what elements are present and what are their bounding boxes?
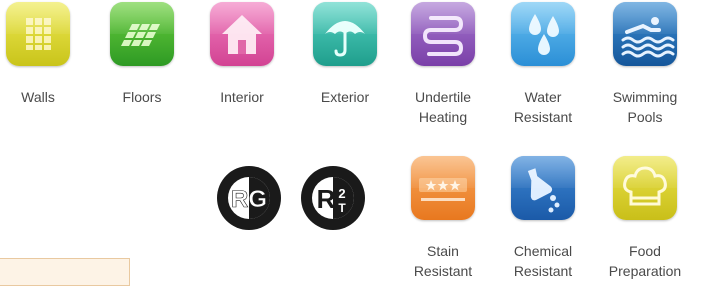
house-icon <box>222 15 262 54</box>
swimming-pools-tile <box>613 2 677 66</box>
r2t-certification-badge: R 2 T <box>300 165 366 231</box>
r2t-badge-top: 2 <box>338 186 345 201</box>
water-drops-icon <box>529 14 559 55</box>
floor-tiles-icon <box>121 24 160 46</box>
swimming-pools-label: Swimming Pools <box>612 89 678 125</box>
umbrella-icon <box>325 21 365 57</box>
chef-hat-icon <box>623 166 667 206</box>
water-resistant-label: Water Resistant <box>513 89 573 125</box>
stain-resistant-tile <box>411 156 475 220</box>
r2t-badge-main: R <box>317 184 336 214</box>
walls-label: Walls <box>21 89 55 105</box>
undertile-heating-tile <box>411 2 475 66</box>
exterior-tile <box>313 2 377 66</box>
water-resistant-tile <box>511 2 575 66</box>
chemical-resistant-label: Chemical Resistant <box>513 243 573 279</box>
exterior-label: Exterior <box>320 89 370 105</box>
food-preparation-tile <box>613 156 677 220</box>
food-preparation-label: Food Preparation <box>608 243 682 279</box>
interior-label: Interior <box>220 89 264 105</box>
stars-icon <box>419 178 467 201</box>
undertile-heating-label: Undertile Heating <box>414 89 472 125</box>
floors-tile <box>110 2 174 66</box>
heating-coil-icon <box>422 16 464 56</box>
chemical-resistant-tile <box>511 156 575 220</box>
rg-certification-badge: RG <box>216 165 282 231</box>
r2t-badge-bottom: T <box>338 201 346 215</box>
note-box <box>0 258 130 286</box>
flask-pour-icon <box>527 168 560 213</box>
swimmer-icon <box>621 17 675 58</box>
floors-label: Floors <box>122 89 162 105</box>
rg-badge-text: RG <box>231 186 267 213</box>
interior-tile <box>210 2 274 66</box>
tile-grid-icon <box>26 18 51 50</box>
stain-resistant-label: Stain Resistant <box>413 243 473 279</box>
walls-tile <box>6 2 70 66</box>
